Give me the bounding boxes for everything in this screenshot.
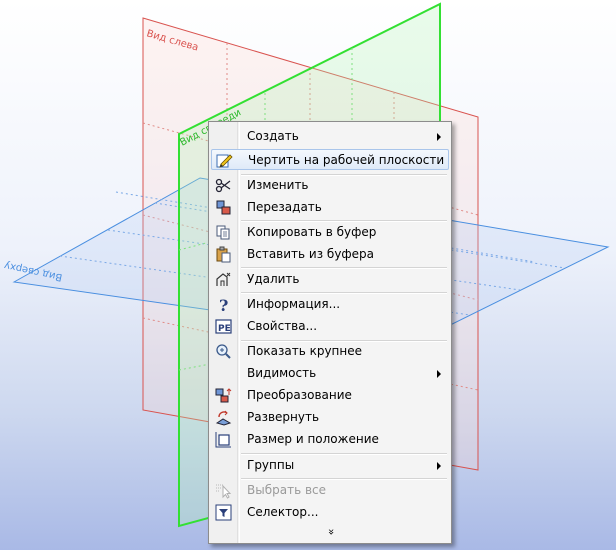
menu-item-select-all: Выбрать все xyxy=(211,480,449,501)
menu-item-label: Свойства... xyxy=(247,319,318,333)
size-position-icon xyxy=(215,432,231,448)
menu-item-label: Удалить xyxy=(247,272,300,286)
transform-icon xyxy=(215,388,232,403)
menu-item-size-position[interactable]: Размер и положение xyxy=(211,429,449,450)
menu-item-label: Изменить xyxy=(247,178,309,192)
menu-item-zoom-in[interactable]: Показать крупнее xyxy=(211,341,449,362)
menu-item-create[interactable]: Создать xyxy=(211,126,449,147)
menu-item-information[interactable]: ? Информация... xyxy=(211,294,449,315)
menu-item-delete[interactable]: Удалить xyxy=(211,269,449,290)
submenu-arrow-icon xyxy=(437,133,441,141)
menu-item-selector[interactable]: Селектор... xyxy=(211,502,449,523)
submenu-arrow-icon xyxy=(437,370,441,378)
zoom-icon xyxy=(216,344,231,359)
menu-item-label: Выбрать все xyxy=(247,483,327,497)
menu-item-label: Группы xyxy=(247,458,295,472)
menu-item-properties[interactable]: PE Свойства... xyxy=(211,316,449,337)
question-icon: ? xyxy=(219,296,228,313)
svg-text:?: ? xyxy=(219,296,228,313)
menu-item-label: Копировать в буфер xyxy=(247,225,377,239)
menu-item-paste[interactable]: Вставить из буфера xyxy=(211,244,449,265)
properties-icon: PE xyxy=(215,319,232,334)
context-menu: Создать Чертить на рабочей плоскости Изм… xyxy=(208,121,452,544)
delete-icon xyxy=(216,272,231,286)
scissors-icon xyxy=(215,178,231,193)
menu-item-label: Вставить из буфера xyxy=(247,247,375,261)
unfold-icon xyxy=(215,410,232,426)
cubes-icon xyxy=(216,200,231,215)
menu-item-label: Показать крупнее xyxy=(247,344,363,358)
svg-text:PE: PE xyxy=(218,324,231,334)
menu-item-label: Видимость xyxy=(247,366,317,380)
select-all-icon xyxy=(216,484,232,499)
menu-item-label: Перезадать xyxy=(247,200,322,214)
submenu-arrow-icon xyxy=(437,462,441,470)
menu-item-groups[interactable]: Группы xyxy=(211,455,449,476)
menu-item-redefine[interactable]: Перезадать xyxy=(211,197,449,218)
menu-item-copy[interactable]: Копировать в буфер xyxy=(211,222,449,243)
expand-menu-chevron-icon[interactable]: » xyxy=(324,525,338,539)
filter-icon xyxy=(215,504,232,521)
menu-item-label: Развернуть xyxy=(247,410,320,424)
pencil-icon xyxy=(216,154,233,168)
menu-item-label: Информация... xyxy=(247,297,341,311)
menu-item-label: Селектор... xyxy=(247,505,319,519)
copy-icon xyxy=(216,225,230,240)
menu-item-draw-on-workplane[interactable]: Чертить на рабочей плоскости xyxy=(211,149,449,170)
menu-item-unfold[interactable]: Развернуть xyxy=(211,407,449,428)
menu-item-label: Размер и положение xyxy=(247,432,379,446)
paste-icon xyxy=(216,246,231,263)
menu-item-label: Создать xyxy=(247,129,299,143)
menu-item-label: Чертить на рабочей плоскости xyxy=(248,153,445,167)
menu-item-label: Преобразование xyxy=(247,388,352,402)
menu-item-visibility[interactable]: Видимость xyxy=(211,363,449,384)
menu-item-edit[interactable]: Изменить xyxy=(211,175,449,196)
menu-item-transform[interactable]: Преобразование xyxy=(211,385,449,406)
